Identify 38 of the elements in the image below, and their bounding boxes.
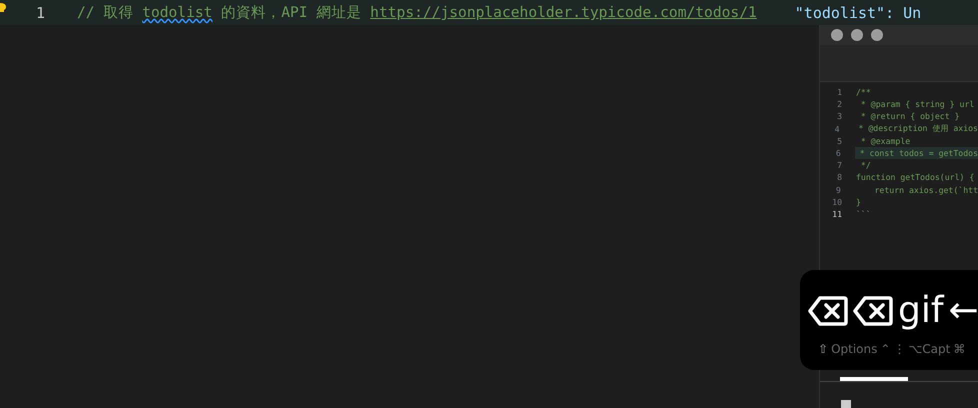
url-link[interactable]: https://jsonplaceholder.typicode.com/todos/1 xyxy=(370,4,757,21)
delete-key-icon xyxy=(808,295,848,327)
code-line: */ xyxy=(860,159,872,172)
modifier-label: Options xyxy=(831,342,878,356)
code-line: } xyxy=(856,196,862,208)
line-number: 1 xyxy=(36,4,46,22)
modifier-label: ⌘ xyxy=(953,342,966,356)
code-line: /** xyxy=(856,86,872,98)
code-comment: // 取得 todolist 的資料，API 網址是 https://jsonplaceholder.typicode.com/todos/1 xyxy=(77,3,757,22)
lightbulb-icon[interactable] xyxy=(0,2,9,14)
key-label: ← xyxy=(948,289,978,333)
key-label: gif xyxy=(898,289,944,333)
line-number: 7 xyxy=(836,160,843,170)
tab-underline xyxy=(840,377,908,381)
modifier-label: ⌃ xyxy=(880,342,890,356)
line-number: 10 xyxy=(831,196,843,207)
line-number: 4 xyxy=(834,124,841,134)
code-line: * @description 使用 axios xyxy=(857,122,978,135)
line-number: 6 xyxy=(834,148,842,158)
code-line: * @param { string } url xyxy=(860,98,976,110)
line-number: 2 xyxy=(836,99,843,110)
line-number: 1 xyxy=(836,87,843,98)
code-line: ``` xyxy=(856,208,872,220)
modifier-label: ⌥Capt xyxy=(908,342,950,356)
delete-key-icon xyxy=(853,295,893,327)
code-line: * @return { object } xyxy=(860,110,961,123)
line-number: 9 xyxy=(834,184,842,195)
line-number: 8 xyxy=(836,172,843,182)
code-line: * @example xyxy=(860,134,912,147)
modifier-label: ⇧ xyxy=(818,342,828,356)
code-line: return axios.get(`htt xyxy=(873,184,978,196)
modifier-label: ⋮ xyxy=(893,342,906,356)
line-number: 11 xyxy=(831,208,843,219)
window-controls-icon[interactable] xyxy=(831,29,883,41)
line-number: 3 xyxy=(836,111,843,122)
inline-suggestion: "todolist": Un xyxy=(794,4,922,22)
line-number: 5 xyxy=(836,136,843,146)
code-line: function getTodos(url) { xyxy=(856,171,976,184)
